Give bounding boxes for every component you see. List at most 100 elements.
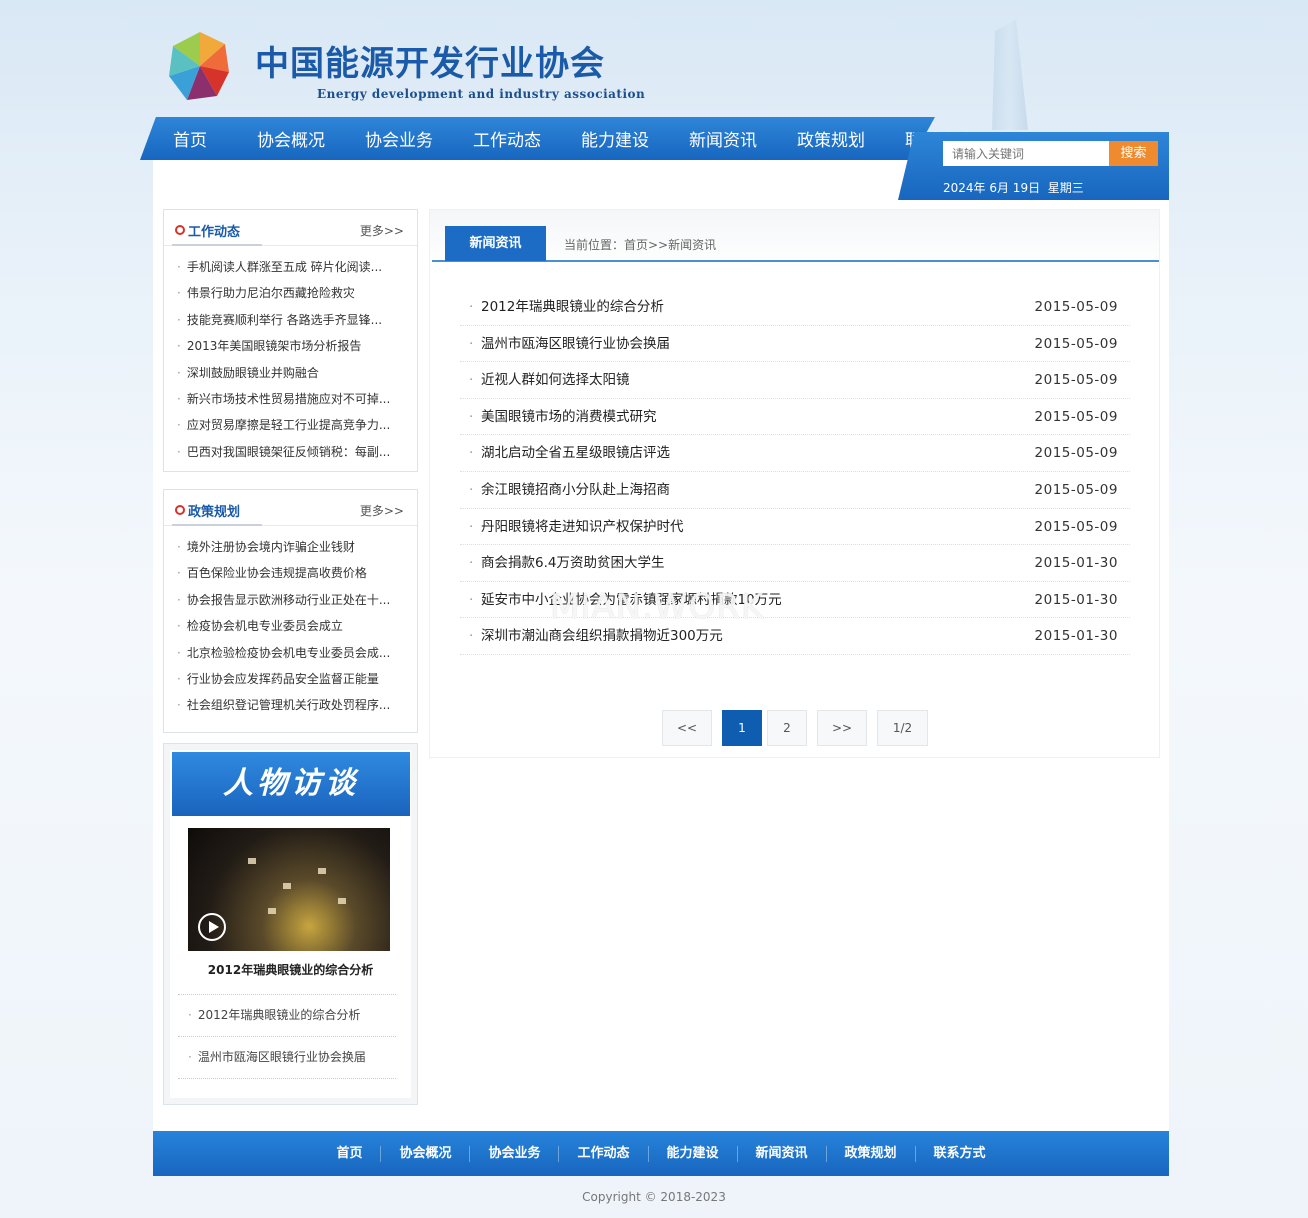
pager-page-1[interactable]: 1	[722, 710, 762, 746]
list-item[interactable]: 温州市瓯海区眼镜行业协会换届	[178, 1037, 396, 1079]
sidebar-work-header: 工作动态 更多>>	[164, 210, 417, 246]
interview-banner[interactable]: 人物访谈	[172, 752, 410, 816]
header-underline	[172, 524, 262, 526]
news-title[interactable]: 深圳市潮汕商会组织捐款捐物近300万元	[481, 628, 723, 644]
logo-icon	[169, 32, 229, 100]
footer-nav-about[interactable]: 协会概况	[381, 1145, 471, 1162]
news-title[interactable]: 湖北启动全省五星级眼镜店评选	[481, 445, 670, 461]
current-date: 2024年 6月 19日 星期三	[943, 179, 1084, 196]
nav-business[interactable]: 协会业务	[357, 126, 441, 151]
sidebar-work-more-link[interactable]: 更多>>	[360, 222, 404, 239]
list-item[interactable]: 新兴市场技术性贸易措施应对不可掉...	[177, 386, 417, 412]
interview-photo[interactable]	[188, 828, 390, 951]
breadcrumb: 当前位置：首页>>新闻资讯	[564, 238, 717, 252]
photo-detail	[268, 908, 276, 914]
watermark: MIAN.WORK	[550, 587, 765, 627]
sidebar-policy-header: 政策规划 更多>>	[164, 490, 417, 526]
photo-detail	[248, 858, 256, 864]
sidebar-work-box: 工作动态 更多>> 手机阅读人群涨至五成 碎片化阅读... 伟景行助力尼泊尔西藏…	[163, 209, 418, 472]
news-date: 2015-01-30	[1034, 555, 1118, 572]
list-item[interactable]: 协会报告显示欧洲移动行业正处在十...	[177, 587, 417, 613]
news-date: 2015-05-09	[1034, 518, 1118, 535]
list-item[interactable]: 技能竞赛顺利举行 各路选手齐显锋...	[177, 307, 417, 333]
list-item[interactable]: 社会组织登记管理机关行政处罚程序...	[177, 692, 417, 718]
news-date: 2015-01-30	[1034, 591, 1118, 608]
sidebar-policy-title: 政策规划	[188, 505, 241, 520]
list-item[interactable]: 百色保险业协会违规提高收费价格	[177, 560, 417, 586]
nav-about[interactable]: 协会概况	[249, 126, 333, 151]
search-button[interactable]: 搜索	[1109, 141, 1158, 166]
date-text: 2024年 6月 19日	[943, 181, 1041, 195]
news-title[interactable]: 丹阳眼镜将走进知识产权保护时代	[481, 519, 684, 535]
list-item[interactable]: 北京检验检疫协会机电专业委员会成...	[177, 640, 417, 666]
list-item[interactable]: 2012年瑞典眼镜业的综合分析	[178, 995, 396, 1037]
tab-news[interactable]: 新闻资讯	[445, 226, 546, 261]
main-nav: 首页 协会概况 协会业务 工作动态 能力建设 新闻资讯 政策规划 联系方式	[165, 117, 1005, 160]
sidebar-work-title: 工作动态	[188, 225, 241, 240]
news-row[interactable]: 商会捐款6.4万资助贫困大学生 2015-01-30	[460, 545, 1130, 582]
news-date: 2015-05-09	[1034, 408, 1118, 425]
list-item[interactable]: 检疫协会机电专业委员会成立	[177, 613, 417, 639]
nav-home[interactable]: 首页	[165, 126, 215, 151]
circle-bullet-icon	[175, 225, 185, 235]
news-title[interactable]: 近视人群如何选择太阳镜	[481, 372, 630, 388]
news-title[interactable]: 美国眼镜市场的消费模式研究	[481, 409, 657, 425]
list-item[interactable]: 境外注册协会境内诈骗企业钱财	[177, 534, 417, 560]
news-row[interactable]: 余江眼镜招商小分队赴上海招商 2015-05-09	[460, 472, 1130, 509]
nav-strip	[153, 160, 913, 200]
list-item[interactable]: 巴西对我国眼镜架征反倾销税：每副...	[177, 439, 417, 465]
sidebar-work-list: 手机阅读人群涨至五成 碎片化阅读... 伟景行助力尼泊尔西藏抢险救灾 技能竞赛顺…	[164, 246, 417, 465]
footer-nav-policy[interactable]: 政策规划	[827, 1145, 916, 1162]
footer-nav-business[interactable]: 协会业务	[470, 1145, 560, 1162]
news-title[interactable]: 温州市瓯海区眼镜行业协会换届	[481, 336, 670, 352]
news-row[interactable]: 美国眼镜市场的消费模式研究 2015-05-09	[460, 399, 1130, 436]
list-item[interactable]: 行业协会应发挥药品安全监督正能量	[177, 666, 417, 692]
news-row[interactable]: 湖北启动全省五星级眼镜店评选 2015-05-09	[460, 435, 1130, 472]
footer-nav-work[interactable]: 工作动态	[559, 1145, 649, 1162]
photo-detail	[283, 883, 291, 889]
pager-page-2[interactable]: 2	[767, 710, 807, 746]
nav-capacity[interactable]: 能力建设	[573, 126, 657, 151]
list-item[interactable]: 应对贸易摩擦是轻工行业提高竞争力...	[177, 412, 417, 438]
skyline-decoration	[992, 20, 1028, 130]
weekday-text: 星期三	[1047, 181, 1084, 195]
interview-box: 人物访谈 2012年瑞典眼镜业的综合分析 2012年瑞典眼镜业的综合分析 温州市…	[163, 743, 418, 1105]
list-item[interactable]: 2013年美国眼镜架市场分析报告	[177, 333, 417, 359]
nav-work[interactable]: 工作动态	[465, 126, 549, 151]
site-subtitle: Energy development and industry associat…	[317, 87, 646, 101]
news-date: 2015-05-09	[1034, 299, 1118, 315]
sidebar-policy-more-link[interactable]: 更多>>	[360, 502, 404, 519]
footer-nav-capacity[interactable]: 能力建设	[649, 1145, 738, 1162]
pager-count: 1/2	[877, 710, 928, 746]
news-date: 2015-01-30	[1034, 628, 1118, 645]
footer-nav-contact[interactable]: 联系方式	[916, 1146, 1004, 1162]
circle-bullet-icon	[175, 505, 185, 515]
footer-nav: 首页 协会概况 协会业务 工作动态 能力建设 新闻资讯 政策规划 联系方式	[153, 1131, 1169, 1176]
news-row[interactable]: 丹阳眼镜将走进知识产权保护时代 2015-05-09	[460, 509, 1130, 546]
news-panel: 新闻资讯 当前位置：首页>>新闻资讯 2012年瑞典眼镜业的综合分析 2015-0…	[429, 209, 1160, 758]
photo-detail	[318, 868, 326, 874]
pager-next-button[interactable]: >>	[817, 710, 867, 746]
news-row[interactable]: 2012年瑞典眼镜业的综合分析 2015-05-09	[460, 289, 1130, 326]
nav-news[interactable]: 新闻资讯	[681, 126, 765, 151]
news-row[interactable]: 近视人群如何选择太阳镜 2015-05-09	[460, 362, 1130, 399]
footer-nav-news[interactable]: 新闻资讯	[738, 1145, 827, 1162]
list-item[interactable]: 手机阅读人群涨至五成 碎片化阅读...	[177, 254, 417, 280]
news-title[interactable]: 余江眼镜招商小分队赴上海招商	[481, 482, 670, 498]
list-item[interactable]: 伟景行助力尼泊尔西藏抢险救灾	[177, 280, 417, 306]
header-underline	[172, 244, 262, 246]
sidebar-policy-box: 政策规划 更多>> 境外注册协会境内诈骗企业钱财 百色保险业协会违规提高收费价格…	[163, 489, 418, 733]
list-item[interactable]: 深圳鼓励眼镜业并购融合	[177, 360, 417, 386]
photo-detail	[338, 898, 346, 904]
news-title[interactable]: 2012年瑞典眼镜业的综合分析	[481, 299, 664, 315]
play-icon[interactable]	[198, 913, 226, 941]
news-date: 2015-05-09	[1034, 481, 1118, 498]
search-input[interactable]	[943, 141, 1109, 166]
footer-nav-home[interactable]: 首页	[318, 1145, 382, 1162]
nav-policy[interactable]: 政策规划	[789, 126, 873, 151]
pager-prev-button[interactable]: <<	[662, 710, 712, 746]
news-date: 2015-05-09	[1034, 335, 1118, 352]
news-title[interactable]: 商会捐款6.4万资助贫困大学生	[481, 555, 664, 571]
news-row[interactable]: 温州市瓯海区眼镜行业协会换届 2015-05-09	[460, 326, 1130, 363]
interview-caption[interactable]: 2012年瑞典眼镜业的综合分析	[170, 961, 411, 978]
